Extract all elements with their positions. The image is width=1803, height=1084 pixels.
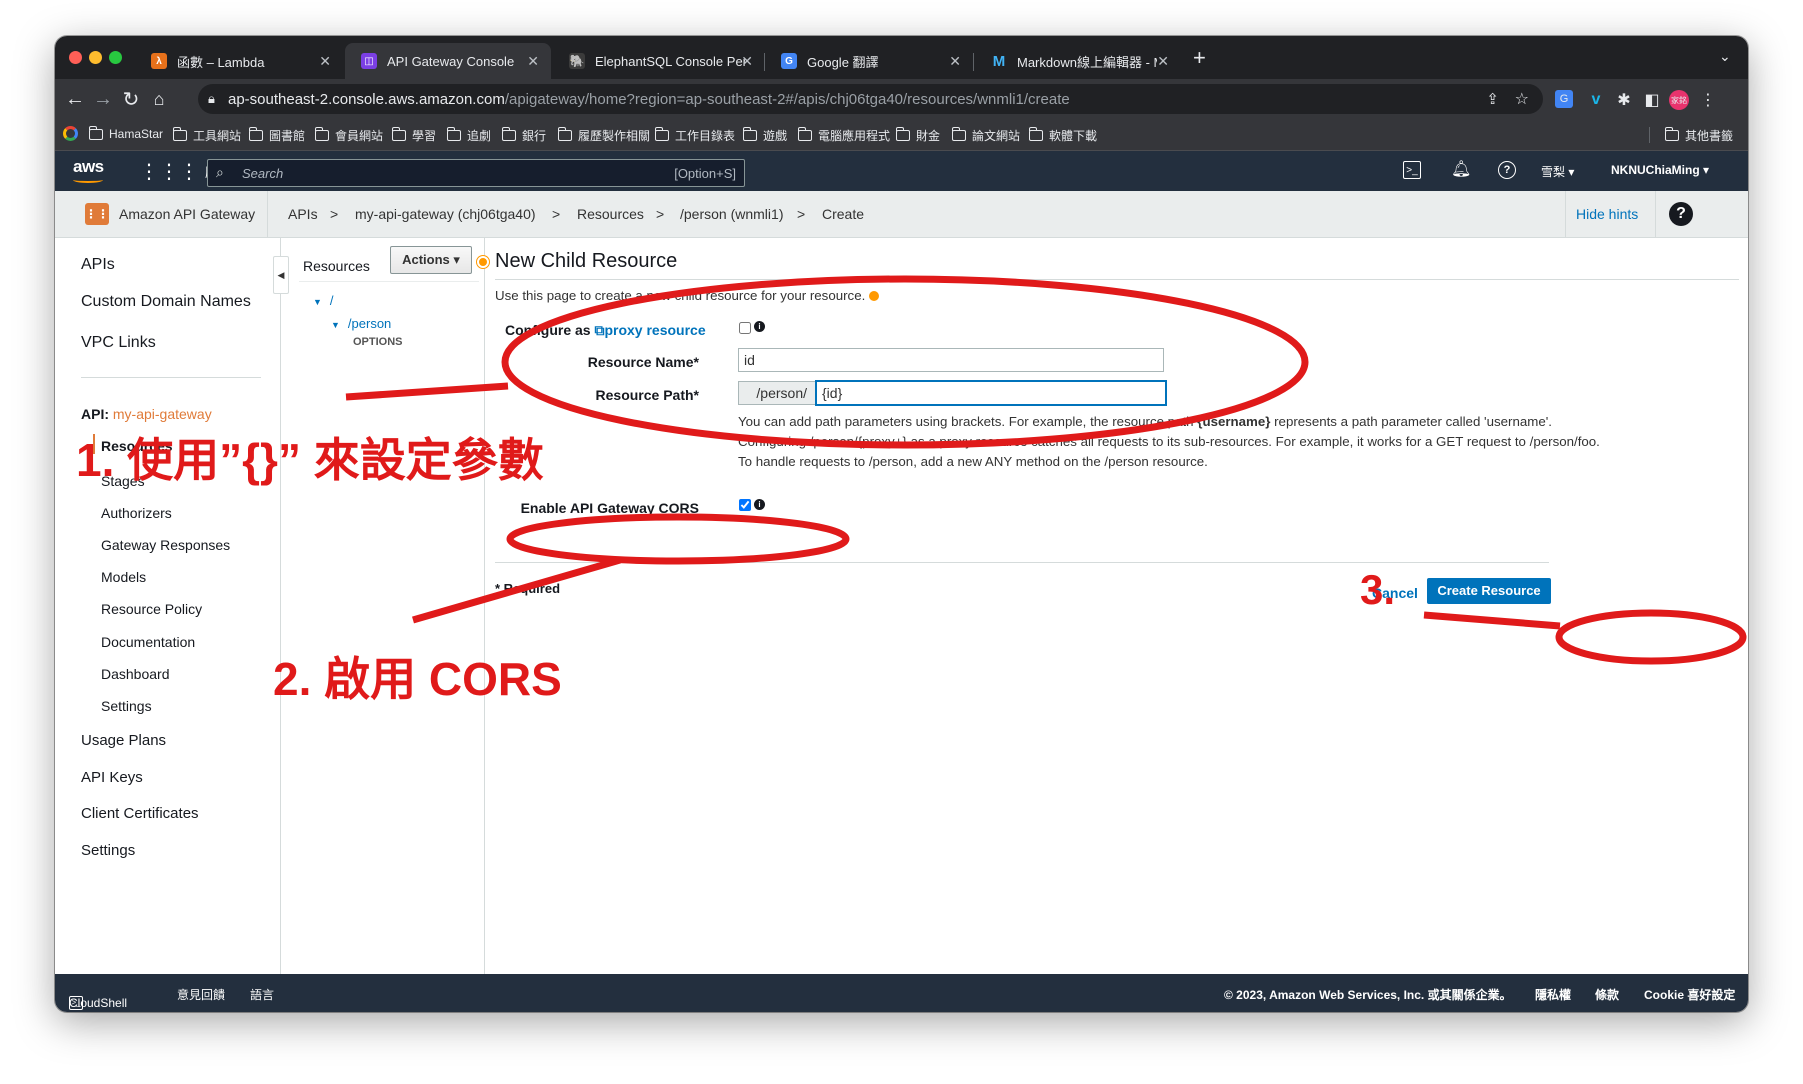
annotation-line-2 xyxy=(412,556,621,624)
annotation-step-3: 3. xyxy=(1360,566,1396,613)
annotation-ellipse-cors xyxy=(506,513,850,565)
annotation-ellipse-path xyxy=(501,275,1309,449)
annotation-step-2: 2. 啟用 CORS xyxy=(273,653,562,705)
annotation-line-3 xyxy=(1423,611,1561,630)
annotation-step-1: 1. 使用”{}” 來設定參數 xyxy=(76,434,544,486)
annotation-overlay xyxy=(345,275,1747,665)
annotation-ellipse-create xyxy=(1555,609,1747,665)
annotation-line-1 xyxy=(345,382,509,401)
